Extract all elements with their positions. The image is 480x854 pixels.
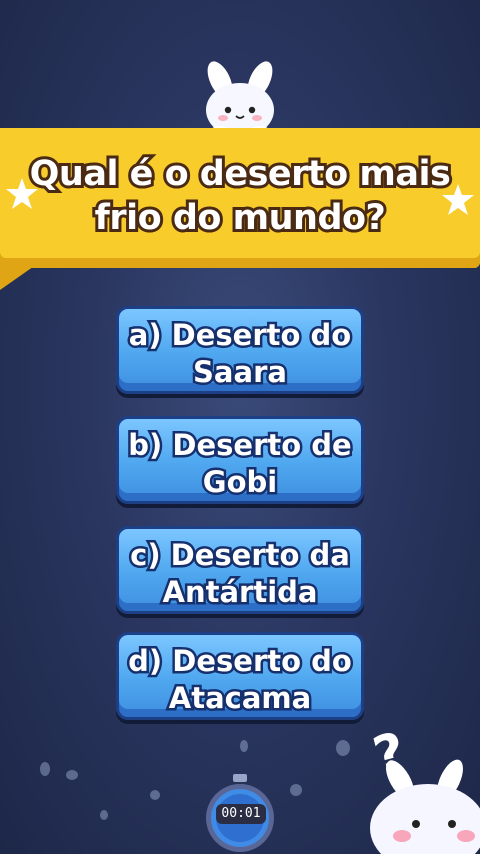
bunny-question-icon: ?	[367, 721, 480, 854]
answer-button-a[interactable]: a) Deserto do Saara	[116, 306, 364, 394]
timer-display: 00:01	[216, 804, 266, 824]
answer-c-line-1: c) Deserto da	[128, 536, 353, 575]
question-text: Qual é o deserto mais frio do mundo?	[20, 151, 460, 241]
answer-d-line-2: Atacama	[166, 679, 313, 718]
answer-a-line-2: Saara	[191, 353, 290, 392]
answer-b-line-1: b) Deserto de	[126, 426, 354, 465]
answer-a-line-1: a) Deserto do	[126, 316, 353, 355]
answer-c-line-2: Antártida	[160, 573, 320, 612]
answer-b-line-2: Gobi	[200, 463, 279, 502]
bubble-decoration	[290, 784, 302, 796]
bubble-decoration	[240, 740, 248, 752]
question-line-2: frio do mundo?	[92, 195, 389, 241]
answer-button-b[interactable]: b) Deserto de Gobi	[116, 416, 364, 504]
answer-d-line-1: d) Deserto do	[126, 642, 355, 681]
bubble-decoration	[66, 770, 78, 780]
answer-button-d[interactable]: d) Deserto do Atacama	[116, 632, 364, 720]
bubble-decoration	[100, 810, 108, 820]
bunny-mascot-icon	[206, 61, 274, 138]
bubble-decoration	[40, 762, 50, 776]
bubble-decoration	[150, 790, 160, 800]
answer-button-c[interactable]: c) Deserto da Antártida	[116, 526, 364, 614]
banner-tail	[0, 262, 40, 290]
question-line-1: Qual é o deserto mais	[27, 151, 454, 197]
